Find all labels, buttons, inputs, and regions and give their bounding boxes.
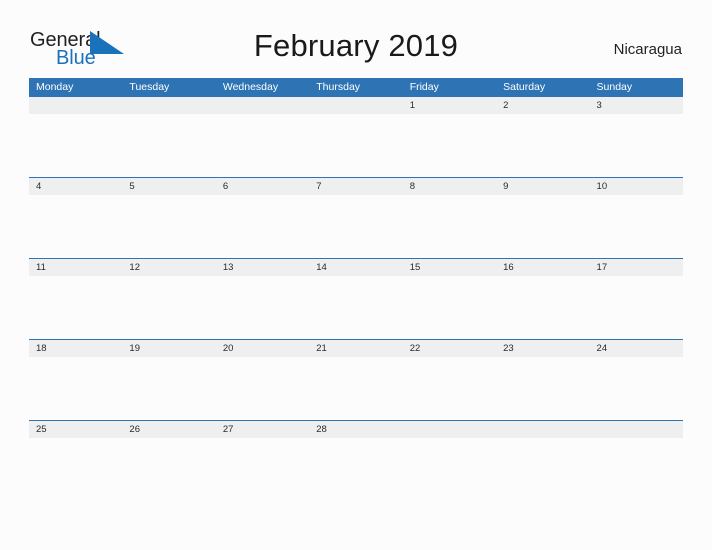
day-cell[interactable] bbox=[122, 357, 215, 420]
day-number[interactable]: 21 bbox=[309, 340, 402, 357]
day-cell[interactable] bbox=[309, 195, 402, 258]
day-number[interactable]: 10 bbox=[590, 178, 683, 195]
day-cell[interactable] bbox=[29, 195, 122, 258]
day-number[interactable]: 6 bbox=[216, 178, 309, 195]
day-content-row bbox=[29, 195, 683, 258]
day-cell[interactable] bbox=[496, 114, 589, 177]
day-cell[interactable] bbox=[309, 438, 402, 501]
day-number[interactable]: 28 bbox=[309, 421, 402, 438]
date-number-strip: 18 19 20 21 22 23 24 bbox=[29, 339, 683, 357]
day-number[interactable]: 3 bbox=[590, 97, 683, 114]
day-number[interactable]: 19 bbox=[122, 340, 215, 357]
day-cell[interactable] bbox=[403, 438, 496, 501]
day-number[interactable]: 14 bbox=[309, 259, 402, 276]
page-title: February 2019 bbox=[253, 28, 459, 63]
day-content-row bbox=[29, 276, 683, 339]
day-content-row bbox=[29, 357, 683, 420]
day-number[interactable] bbox=[496, 421, 589, 438]
day-cell[interactable] bbox=[496, 276, 589, 339]
day-number[interactable]: 9 bbox=[496, 178, 589, 195]
day-cell[interactable] bbox=[29, 357, 122, 420]
weekday-header-sunday: Sunday bbox=[596, 81, 633, 93]
day-cell[interactable] bbox=[216, 438, 309, 501]
day-cell[interactable] bbox=[216, 195, 309, 258]
day-number[interactable]: 8 bbox=[403, 178, 496, 195]
day-cell[interactable] bbox=[216, 357, 309, 420]
calendar-week-row: 25 26 27 28 bbox=[29, 420, 683, 501]
calendar-week-row: 11 12 13 14 15 16 17 bbox=[29, 258, 683, 339]
day-cell[interactable] bbox=[122, 114, 215, 177]
day-cell[interactable] bbox=[29, 438, 122, 501]
day-cell[interactable] bbox=[590, 114, 683, 177]
day-number[interactable]: 1 bbox=[403, 97, 496, 114]
day-number[interactable]: 25 bbox=[29, 421, 122, 438]
weekday-header-thursday: Thursday bbox=[316, 81, 361, 93]
day-number[interactable] bbox=[403, 421, 496, 438]
weekday-header-wednesday: Wednesday bbox=[222, 81, 279, 93]
weekday-header-monday: Monday bbox=[36, 81, 74, 93]
day-cell[interactable] bbox=[122, 438, 215, 501]
day-cell[interactable] bbox=[122, 276, 215, 339]
day-number[interactable]: 27 bbox=[216, 421, 309, 438]
day-cell[interactable] bbox=[496, 438, 589, 501]
weekday-header-row: Monday Tuesday Wednesday Thursday Friday… bbox=[29, 78, 683, 96]
day-cell[interactable] bbox=[216, 114, 309, 177]
day-cell[interactable] bbox=[122, 195, 215, 258]
day-cell[interactable] bbox=[403, 276, 496, 339]
day-cell[interactable] bbox=[496, 357, 589, 420]
day-cell[interactable] bbox=[309, 114, 402, 177]
date-number-strip: 1 2 3 bbox=[29, 96, 683, 114]
day-number[interactable]: 16 bbox=[496, 259, 589, 276]
day-content-row bbox=[29, 114, 683, 177]
weekday-header-tuesday: Tuesday bbox=[129, 81, 170, 93]
calendar-week-row: 18 19 20 21 22 23 24 bbox=[29, 339, 683, 420]
day-number[interactable] bbox=[122, 97, 215, 114]
day-cell[interactable] bbox=[29, 276, 122, 339]
weekday-header-friday: Friday bbox=[409, 81, 439, 93]
page-header: General Blue February 2019 Nicaragua bbox=[0, 0, 712, 76]
date-number-strip: 11 12 13 14 15 16 17 bbox=[29, 258, 683, 276]
day-number[interactable]: 15 bbox=[403, 259, 496, 276]
day-number[interactable]: 24 bbox=[590, 340, 683, 357]
day-number[interactable] bbox=[29, 97, 122, 114]
day-number[interactable]: 11 bbox=[29, 259, 122, 276]
day-cell[interactable] bbox=[403, 114, 496, 177]
calendar-week-row: 1 2 3 bbox=[29, 96, 683, 177]
day-cell[interactable] bbox=[309, 276, 402, 339]
day-number[interactable]: 26 bbox=[122, 421, 215, 438]
calendar-grid: Monday Tuesday Wednesday Thursday Friday… bbox=[29, 78, 683, 501]
date-number-strip: 4 5 6 7 8 9 10 bbox=[29, 177, 683, 195]
day-number[interactable]: 5 bbox=[122, 178, 215, 195]
day-number[interactable]: 17 bbox=[590, 259, 683, 276]
day-number[interactable] bbox=[590, 421, 683, 438]
day-content-row bbox=[29, 438, 683, 501]
day-number[interactable]: 2 bbox=[496, 97, 589, 114]
day-cell[interactable] bbox=[403, 195, 496, 258]
day-number[interactable] bbox=[309, 97, 402, 114]
day-number[interactable]: 23 bbox=[496, 340, 589, 357]
day-cell[interactable] bbox=[216, 276, 309, 339]
day-cell[interactable] bbox=[496, 195, 589, 258]
day-number[interactable]: 22 bbox=[403, 340, 496, 357]
day-cell[interactable] bbox=[403, 357, 496, 420]
day-number[interactable]: 7 bbox=[309, 178, 402, 195]
day-cell[interactable] bbox=[29, 114, 122, 177]
day-cell[interactable] bbox=[590, 438, 683, 501]
day-number[interactable]: 18 bbox=[29, 340, 122, 357]
weekday-header-saturday: Saturday bbox=[503, 81, 546, 93]
date-number-strip: 25 26 27 28 bbox=[29, 420, 683, 438]
day-number[interactable] bbox=[216, 97, 309, 114]
calendar-week-row: 4 5 6 7 8 9 10 bbox=[29, 177, 683, 258]
day-number[interactable]: 20 bbox=[216, 340, 309, 357]
day-number[interactable]: 12 bbox=[122, 259, 215, 276]
day-cell[interactable] bbox=[590, 195, 683, 258]
day-cell[interactable] bbox=[590, 276, 683, 339]
region-label: Nicaragua bbox=[613, 41, 682, 58]
day-number[interactable]: 4 bbox=[29, 178, 122, 195]
day-cell[interactable] bbox=[590, 357, 683, 420]
day-number[interactable]: 13 bbox=[216, 259, 309, 276]
calendar-page: General Blue February 2019 Nicaragua Mon… bbox=[0, 0, 712, 550]
day-cell[interactable] bbox=[309, 357, 402, 420]
